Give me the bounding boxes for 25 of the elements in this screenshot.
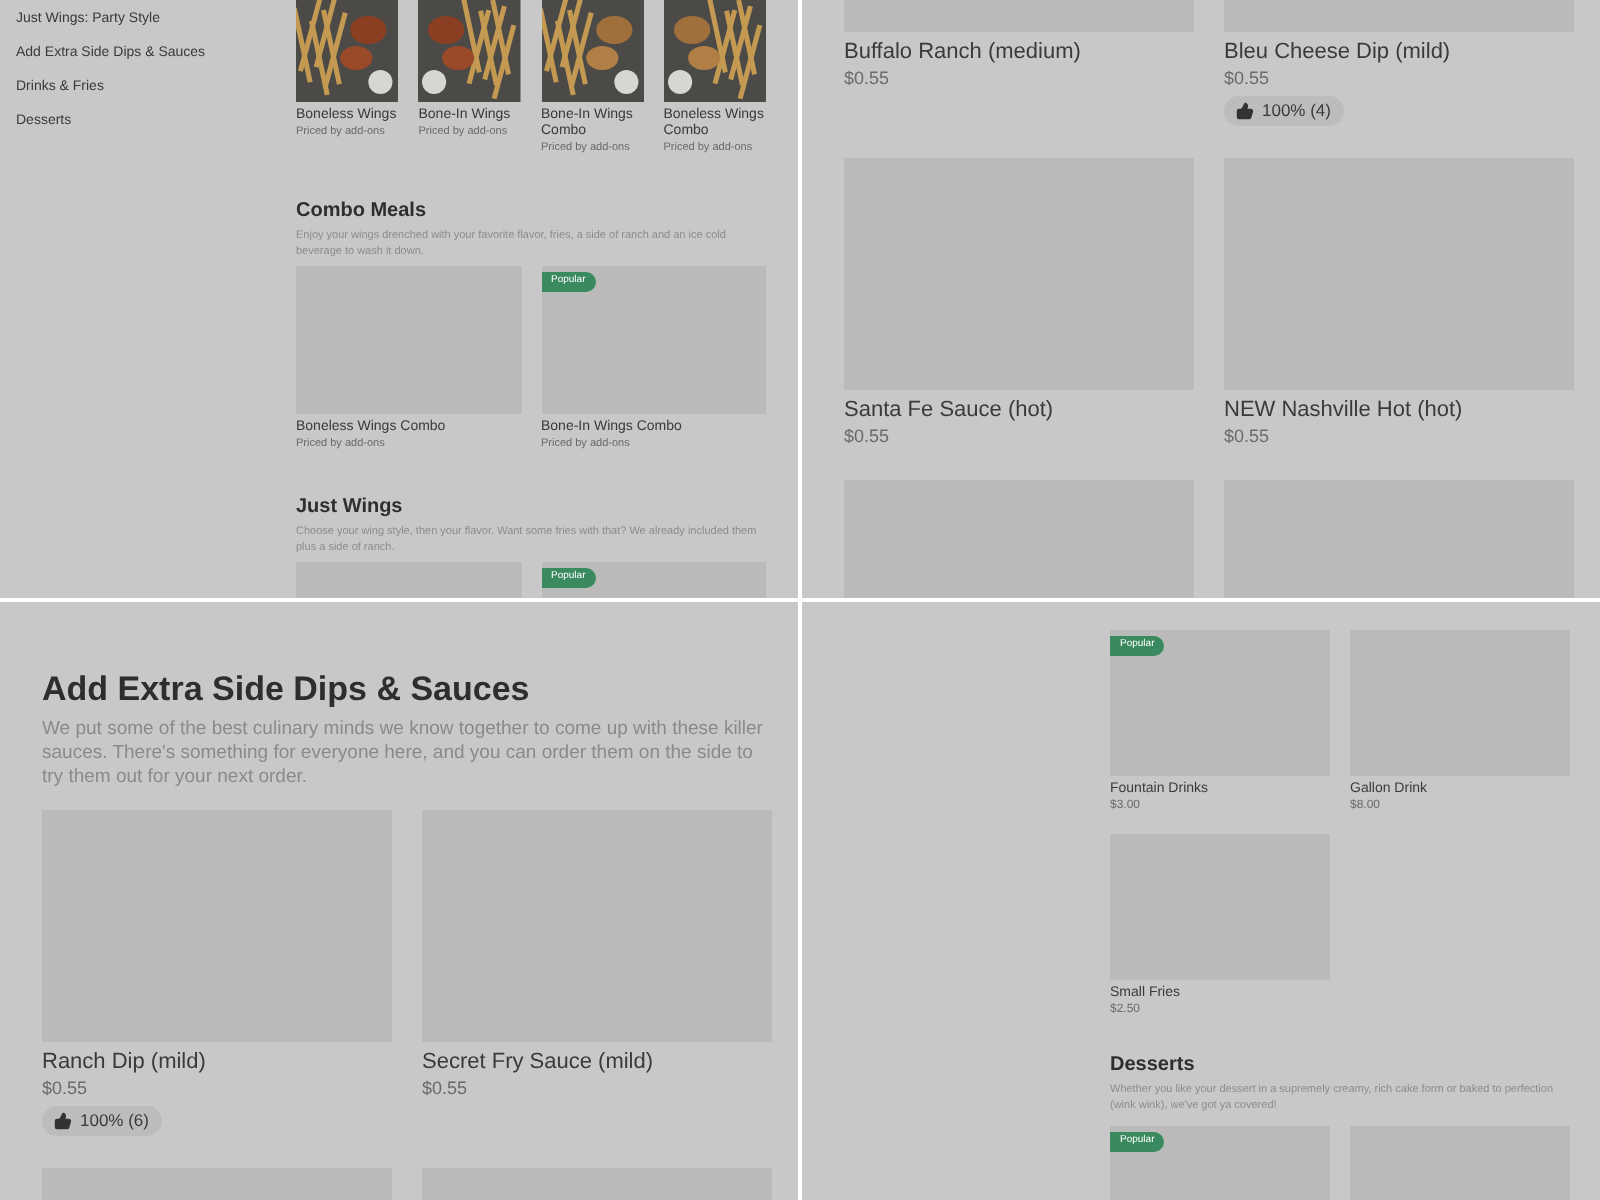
item-name[interactable]: Buffalo Ranch (medium) xyxy=(844,38,1081,66)
item-name[interactable]: Secret Fry Sauce (mild) xyxy=(422,1048,654,1076)
item-name[interactable]: Santa Fe Sauce (hot) xyxy=(844,395,1054,424)
rating-pill: 100% (6) xyxy=(42,1106,161,1136)
rating-pill: 100% (4) xyxy=(1224,96,1343,126)
item-photo-frame[interactable] xyxy=(663,0,766,102)
item-photo-frame[interactable] xyxy=(296,0,399,102)
section-description: We put some of the best culinary minds we know together to come up with these killer sauces. There's something for everyone here, and you can order them on the side to try them out for your next order. xyxy=(42,718,765,790)
item-name[interactable]: NEW Nashville Hot (hot) xyxy=(1224,395,1463,424)
section-title: Just Wings xyxy=(296,496,405,520)
item-name[interactable]: Bleu Cheese Dip (mild) xyxy=(1224,38,1451,66)
item-name[interactable]: Ranch Dip (mild) xyxy=(42,1048,206,1076)
section-title: Add Extra Side Dips & Sauces xyxy=(42,670,532,710)
item-photo-frame[interactable] xyxy=(541,0,644,102)
thumbs-up-icon xyxy=(54,1111,72,1130)
item-price: $0.55 xyxy=(844,66,890,90)
item-price: $0.55 xyxy=(844,423,890,448)
section-title: Combo Meals xyxy=(296,200,429,224)
section-title: Desserts xyxy=(1110,1054,1197,1078)
item-photo-frame[interactable] xyxy=(418,0,521,102)
item-price: $0.55 xyxy=(1224,66,1270,90)
item-price: $0.55 xyxy=(1224,423,1270,448)
item-price: $0.55 xyxy=(422,1076,468,1100)
thumbs-up-icon xyxy=(1236,101,1254,120)
item-price: $0.55 xyxy=(42,1076,88,1100)
